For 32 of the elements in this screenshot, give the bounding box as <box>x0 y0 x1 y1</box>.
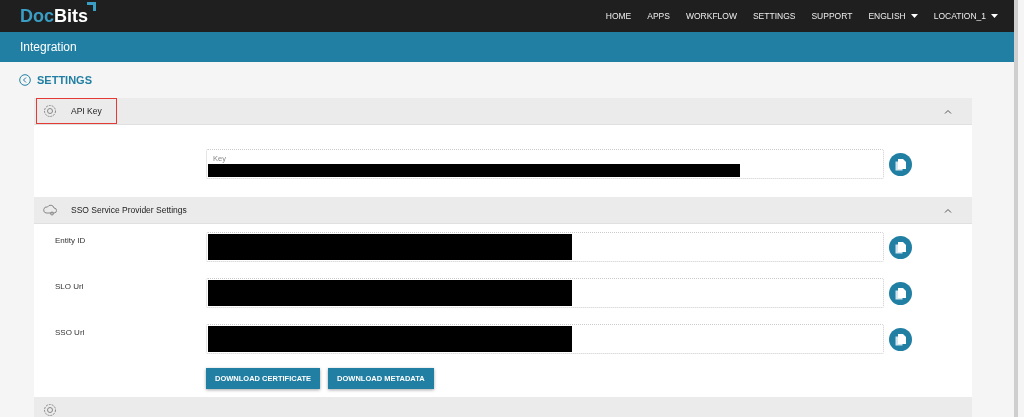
field-label: SSO Url <box>54 327 86 337</box>
field-label: Entity ID <box>54 235 87 245</box>
nav-link[interactable]: LOCATION_1 <box>933 11 998 21</box>
nav-link[interactable]: SUPPORT <box>811 11 853 21</box>
copy-button[interactable] <box>889 282 912 305</box>
section-title: SSO Service Provider Settings <box>71 205 187 215</box>
section-header[interactable]: API Key <box>34 98 972 125</box>
nav-link[interactable]: APPS <box>647 11 670 21</box>
section-title: API Key <box>71 106 102 116</box>
copy-button[interactable] <box>889 153 912 176</box>
copy-button[interactable] <box>889 236 912 259</box>
nav-link[interactable]: SETTINGS <box>752 11 796 21</box>
nav-link[interactable]: HOME <box>605 11 632 21</box>
page-title: Integration <box>20 40 77 54</box>
field-label: SLO Url <box>54 281 85 291</box>
copy-icon <box>895 241 906 254</box>
input-field[interactable] <box>206 324 884 354</box>
gear-icon <box>43 104 57 118</box>
copy-icon <box>895 333 906 346</box>
back-icon <box>19 74 31 86</box>
input-field[interactable] <box>206 278 884 308</box>
nav-link[interactable]: WORKFLOW <box>685 11 737 21</box>
section-header[interactable]: SSO Service Provider Settings <box>34 197 972 224</box>
nav-link[interactable]: ENGLISH <box>868 11 918 21</box>
input-field[interactable] <box>206 232 884 262</box>
logo[interactable]: DocBits <box>20 5 97 27</box>
copy-icon <box>895 158 906 171</box>
gear-icon <box>43 403 57 417</box>
copy-icon <box>895 287 906 300</box>
copy-button[interactable] <box>889 328 912 351</box>
cloud-icon <box>43 204 57 216</box>
back-link[interactable]: SETTINGS <box>19 74 1014 86</box>
